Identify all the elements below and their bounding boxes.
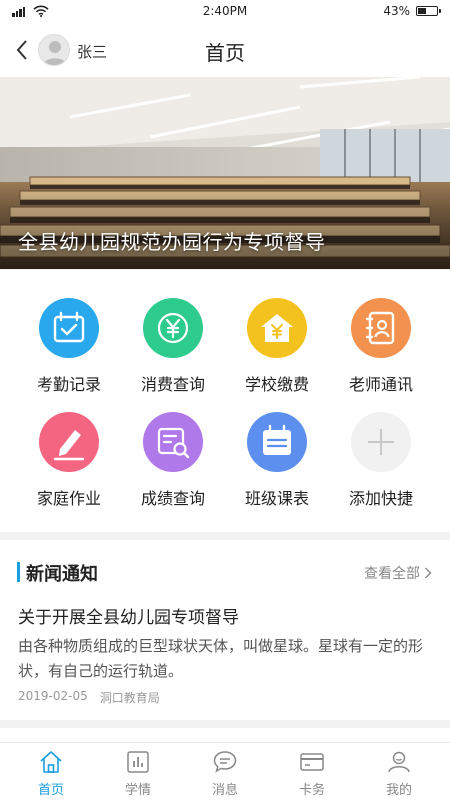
battery-percent: 43% bbox=[383, 4, 410, 18]
grid-label: 考勤记录 bbox=[36, 375, 101, 394]
home-icon bbox=[40, 751, 62, 773]
grid-item-school-fee[interactable]: 学校缴费 bbox=[225, 290, 329, 394]
grid-label: 消费查询 bbox=[140, 375, 205, 394]
tab-messages[interactable]: 消息 bbox=[180, 743, 270, 800]
grid-label: 成绩查询 bbox=[140, 489, 205, 508]
battery-icon bbox=[416, 6, 441, 16]
grid-label: 老师通讯 bbox=[348, 375, 413, 394]
news-title: 关于开展全县幼儿园专项督导 bbox=[18, 608, 239, 628]
view-all-link[interactable]: 查看全部 bbox=[364, 563, 432, 583]
banner[interactable]: 全县幼儿园规范办园行为专项督导 bbox=[0, 77, 450, 269]
news-heading: 新闻通知 bbox=[26, 564, 98, 585]
grid-item-consumption[interactable]: 消费查询 bbox=[121, 290, 225, 394]
tab-study[interactable]: 学情 bbox=[93, 743, 183, 800]
news-header: 新闻通知 查看全部 bbox=[0, 550, 450, 596]
view-all-label: 查看全部 bbox=[364, 566, 420, 582]
news-meta: 2019-02-05 洞口教育局 bbox=[18, 689, 160, 706]
grid-icon-bg bbox=[247, 298, 307, 358]
yuan-icon bbox=[157, 312, 189, 344]
banner-divider bbox=[0, 269, 450, 270]
grid-label: 添加快捷 bbox=[348, 489, 413, 508]
grid-icon-bg bbox=[351, 298, 411, 358]
tab-label: 我的 bbox=[385, 783, 412, 798]
tab-card[interactable]: 卡务 bbox=[267, 743, 357, 800]
card-icon bbox=[300, 753, 324, 771]
tab-label: 消息 bbox=[211, 783, 238, 798]
tab-label: 卡务 bbox=[298, 783, 325, 798]
tab-label: 首页 bbox=[37, 783, 64, 798]
section-divider bbox=[0, 720, 450, 728]
tab-label: 学情 bbox=[124, 783, 151, 798]
user-icon bbox=[388, 751, 410, 773]
nav-bar: 张三 首页 bbox=[0, 24, 450, 76]
grid-label: 家庭作业 bbox=[36, 489, 101, 508]
calendar-check-icon bbox=[53, 311, 85, 343]
grid-item-homework[interactable]: 家庭作业 bbox=[17, 404, 121, 508]
section-divider bbox=[0, 532, 450, 540]
tab-mine[interactable]: 我的 bbox=[354, 743, 444, 800]
news-source: 洞口教育局 bbox=[99, 691, 160, 705]
grid-icon-bg bbox=[143, 412, 203, 472]
schedule-icon bbox=[263, 424, 291, 455]
plus-icon bbox=[368, 429, 394, 455]
status-bar: 2:40PM 43% bbox=[0, 0, 450, 24]
tab-home[interactable]: 首页 bbox=[6, 743, 96, 800]
message-icon bbox=[213, 751, 237, 773]
news-item[interactable]: 关于开展全县幼儿园专项督导 由各种物质组成的巨型球状天体，叫做星球。星球有一定的… bbox=[0, 596, 450, 718]
grid-label: 班级课表 bbox=[244, 489, 309, 508]
grid-icon-bg bbox=[351, 412, 411, 472]
grid-item-attendance[interactable]: 考勤记录 bbox=[17, 290, 121, 394]
status-right: 43% bbox=[383, 4, 441, 18]
grid-item-grades[interactable]: 成绩查询 bbox=[121, 404, 225, 508]
grid-item-class-schedule[interactable]: 班级课表 bbox=[225, 404, 329, 508]
news-accent-bar bbox=[17, 562, 20, 582]
contacts-book-icon bbox=[365, 311, 395, 345]
grid-icon-bg bbox=[247, 412, 307, 472]
grid-item-add-shortcut[interactable]: 添加快捷 bbox=[329, 404, 433, 508]
banner-title: 全县幼儿园规范办园行为专项督导 bbox=[18, 230, 326, 254]
news-date: 2019-02-05 bbox=[18, 689, 88, 703]
bar-chart-icon bbox=[127, 751, 149, 773]
news-summary: 由各种物质组成的巨型球状天体，叫做星球。星球有一定的形状，有自己的运行轨道。 bbox=[18, 637, 424, 680]
quick-grid: 考勤记录 消费查询 学校缴费 老师通讯 家庭作业 成绩查询 班级课表 添加快捷 bbox=[0, 290, 450, 520]
grid-icon-bg bbox=[143, 298, 203, 358]
grid-icon-bg bbox=[39, 298, 99, 358]
grid-label: 学校缴费 bbox=[244, 375, 309, 394]
grid-item-teacher-contacts[interactable]: 老师通讯 bbox=[329, 290, 433, 394]
grid-icon-bg bbox=[39, 412, 99, 472]
pencil-icon bbox=[53, 430, 85, 461]
chevron-right-icon bbox=[425, 567, 432, 579]
tab-bar: 首页 学情 消息 卡务 我的 bbox=[0, 742, 450, 800]
page-title: 首页 bbox=[205, 41, 245, 65]
house-yuan-icon bbox=[261, 314, 293, 342]
document-search-icon bbox=[157, 427, 190, 459]
